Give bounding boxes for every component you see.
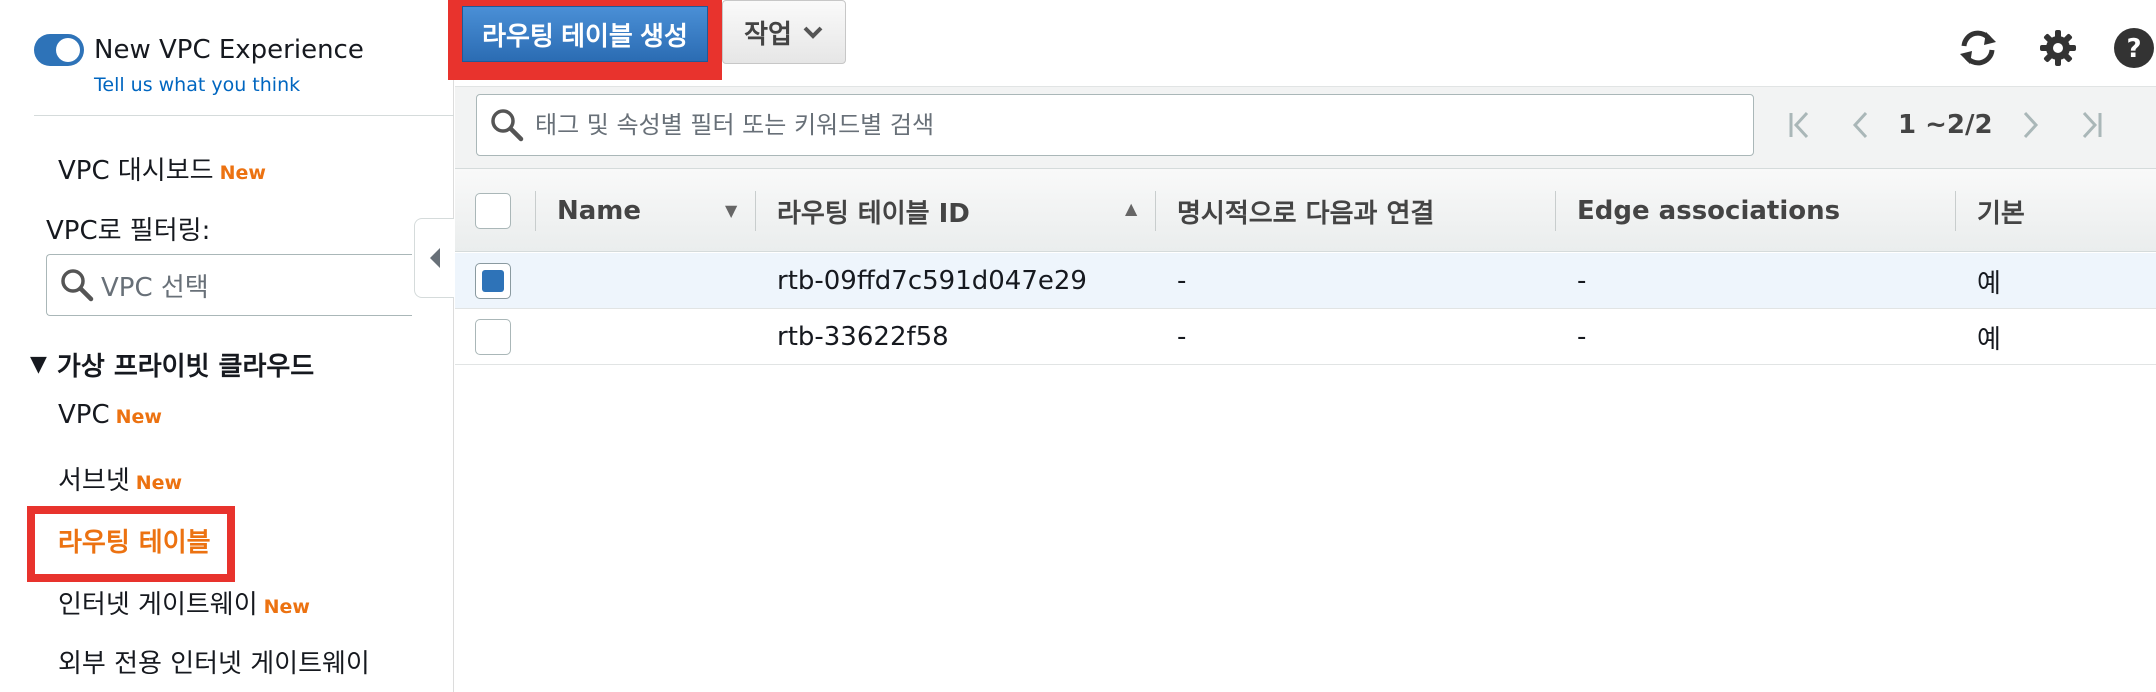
help-icon: ? [2114, 28, 2154, 68]
new-vpc-experience-toggle[interactable] [34, 34, 84, 66]
column-header-label: 명시적으로 다음과 연결 [1177, 198, 1435, 229]
row-select-cell [475, 309, 511, 365]
cell-explicit-association: - [1177, 266, 1187, 296]
search-icon [491, 109, 524, 142]
caret-left-icon [429, 248, 440, 268]
toggle-label: New VPC Experience [94, 35, 364, 65]
column-header-main[interactable]: 기본 [1977, 169, 2025, 253]
chevron-left-icon [1852, 111, 1868, 139]
sort-desc-icon[interactable]: ▼ [725, 201, 737, 220]
cell-route-table-id: rtb-33622f58 [777, 322, 949, 352]
sidebar-item-internet-gateways[interactable]: 인터넷 게이트웨이 New [58, 584, 310, 621]
help-button[interactable]: ? [2110, 24, 2156, 72]
column-header-explicit-association[interactable]: 명시적으로 다음과 연결 [1177, 169, 1434, 253]
row-checkbox[interactable] [475, 319, 511, 355]
column-header-label: Name [557, 196, 642, 226]
new-badge: New [115, 406, 162, 428]
row-select-cell [475, 253, 511, 309]
cell-edge-associations: - [1577, 266, 1587, 296]
column-divider [755, 191, 756, 231]
feedback-link[interactable]: Tell us what you think [94, 74, 300, 96]
checkbox-checked-mark [482, 270, 504, 292]
cell-explicit-association: - [1177, 322, 1187, 352]
vpc-select-placeholder: VPC 선택 [101, 272, 209, 303]
sidebar-item-dashboard[interactable]: VPC 대시보드 New [58, 150, 266, 187]
new-badge: New [219, 162, 266, 184]
sidebar-item-egress-only-gateways[interactable]: 외부 전용 인터넷 게이트웨이 [58, 643, 370, 680]
table-row[interactable]: rtb-33622f58 - - 예 [455, 309, 2156, 365]
first-page-button[interactable] [1782, 104, 1818, 146]
chevron-down-icon [803, 26, 823, 39]
table-header: Name ▼ 라우팅 테이블 ID ▲ 명시적으로 다음과 연결 Edge as… [455, 168, 2156, 252]
new-vpc-experience-toggle-row[interactable]: New VPC Experience [34, 34, 364, 66]
cell-route-table-id: rtb-09ffd7c591d047e29 [777, 266, 1087, 296]
sidebar-item-label: 서브넷 [58, 466, 130, 496]
cell-main: 예 [1977, 324, 2001, 355]
toggle-knob [56, 38, 80, 62]
vpc-filter-select[interactable]: VPC 선택 [46, 254, 412, 316]
vpc-filter-label: VPC로 필터링: [46, 216, 211, 246]
sort-asc-icon[interactable]: ▲ [1125, 199, 1137, 218]
search-field[interactable] [476, 94, 1754, 156]
svg-text:?: ? [2126, 34, 2141, 64]
search-input[interactable] [535, 111, 1735, 139]
new-badge: New [263, 596, 310, 618]
new-badge: New [135, 472, 183, 494]
sidebar-item-vpc[interactable]: VPC New [58, 400, 162, 430]
column-divider [1555, 191, 1556, 231]
column-divider [535, 191, 536, 231]
triangle-down-icon: ▼ [30, 352, 47, 377]
last-page-button[interactable] [2073, 104, 2109, 146]
column-header-edge-associations[interactable]: Edge associations [1577, 169, 1840, 253]
column-header-label: 라우팅 테이블 ID [777, 198, 970, 229]
select-all-cell [475, 169, 511, 253]
collapse-sidebar-button[interactable] [414, 218, 454, 298]
last-page-icon [2082, 111, 2102, 139]
column-header-label: Edge associations [1577, 196, 1841, 226]
section-virtual-private-cloud[interactable]: ▼ 가상 프라이빗 클라우드 [30, 346, 314, 383]
settings-button[interactable] [2034, 24, 2082, 72]
column-divider [1155, 191, 1156, 231]
cell-edge-associations: - [1577, 322, 1587, 352]
sidebar-item-label: VPC 대시보드 [58, 156, 214, 186]
column-header-label: 기본 [1977, 198, 2025, 229]
create-route-table-button[interactable]: 라우팅 테이블 생성 [462, 6, 708, 62]
sidebar: New VPC Experience Tell us what you thin… [0, 0, 454, 692]
table-row[interactable]: rtb-09ffd7c591d047e29 - - 예 [455, 253, 2156, 309]
sidebar-item-route-tables[interactable]: 라우팅 테이블 [58, 522, 211, 559]
chevron-right-icon [2023, 111, 2038, 139]
cell-main: 예 [1977, 268, 2001, 299]
search-icon [61, 269, 94, 302]
refresh-icon [1960, 30, 1996, 66]
next-page-button[interactable] [2013, 104, 2049, 146]
pagination-range: 1 ~2/2 [1898, 110, 1993, 140]
row-checkbox[interactable] [475, 263, 511, 299]
column-divider [1955, 191, 1956, 231]
sidebar-item-label: 인터넷 게이트웨이 [58, 590, 258, 620]
section-title: 가상 프라이빗 클라우드 [56, 352, 315, 382]
column-header-route-table-id[interactable]: 라우팅 테이블 ID [777, 169, 970, 253]
first-page-icon [1789, 111, 1809, 139]
sidebar-item-label: 외부 전용 인터넷 게이트웨이 [58, 649, 370, 679]
sidebar-item-label: 라우팅 테이블 [58, 528, 211, 558]
divider [34, 115, 454, 116]
actions-dropdown-button[interactable]: 작업 [722, 0, 846, 64]
column-header-name[interactable]: Name [557, 169, 641, 253]
gear-icon [2040, 30, 2076, 66]
select-all-checkbox[interactable] [475, 193, 511, 229]
refresh-button[interactable] [1954, 24, 2002, 72]
actions-label: 작업 [744, 18, 792, 49]
sidebar-item-subnets[interactable]: 서브넷 New [58, 460, 182, 497]
pagination: 1 ~2/2 [1770, 104, 2121, 146]
previous-page-button[interactable] [1842, 104, 1878, 146]
sidebar-item-label: VPC [58, 400, 110, 430]
